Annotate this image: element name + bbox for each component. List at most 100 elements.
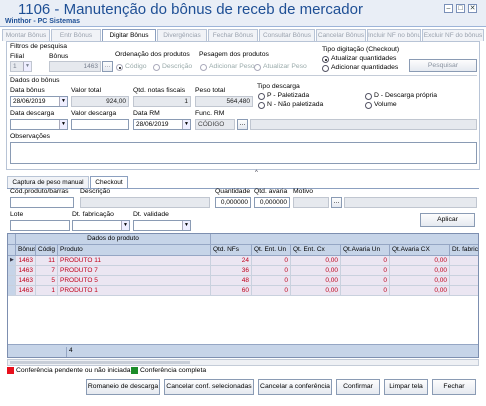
column-header[interactable]: Produto <box>58 245 211 256</box>
table-cell[interactable]: 0,00 <box>291 286 341 296</box>
row-indicator[interactable] <box>8 286 16 296</box>
pesquisar-button[interactable]: Pesquisar <box>409 59 477 72</box>
scrollbar-thumb[interactable] <box>10 361 190 364</box>
row-indicator[interactable]: ▶ <box>8 256 16 266</box>
table-cell[interactable]: 36 <box>211 266 252 276</box>
tipo-volume-radio[interactable] <box>365 102 372 109</box>
table-cell[interactable]: 60 <box>211 286 252 296</box>
cancelar-conferencia-button[interactable]: Cancelar a conferência <box>258 379 332 395</box>
table-cell[interactable]: PRODUTO 7 <box>58 266 211 276</box>
dt-fabricacao-picker[interactable]: ▼ <box>72 220 130 231</box>
table-cell[interactable]: 0,00 <box>291 276 341 286</box>
tab-excluir-nf[interactable]: Excluir NF do bônus <box>422 29 484 41</box>
bonus-search-button[interactable]: … <box>102 61 113 72</box>
motivo-codigo-input[interactable] <box>293 197 329 208</box>
column-header[interactable]: Dt. fabrica <box>450 245 478 256</box>
table-cell[interactable]: 0,00 <box>291 266 341 276</box>
table-cell[interactable]: 0 <box>341 266 390 276</box>
table-cell[interactable]: 5 <box>36 276 58 286</box>
table-cell[interactable]: 11 <box>36 256 58 266</box>
confirmar-button[interactable]: Confirmar <box>336 379 380 395</box>
row-indicator[interactable] <box>8 276 16 286</box>
table-cell[interactable]: 0,00 <box>291 256 341 266</box>
aplicar-button[interactable]: Aplicar <box>420 213 475 227</box>
cancelar-selecionadas-button[interactable]: Cancelar conf. selecionadas <box>164 379 254 395</box>
quantidade-input[interactable]: 0,000000 <box>215 197 251 208</box>
valor-descarga-input[interactable] <box>71 119 129 130</box>
tipo-d-radio[interactable] <box>365 93 372 100</box>
maximize-icon[interactable]: □ <box>456 4 465 13</box>
column-header[interactable]: Qt. Ent. Un <box>252 245 291 256</box>
tab-divergencias[interactable]: Divergências <box>157 29 207 41</box>
func-rm-search-button[interactable]: … <box>237 119 248 130</box>
table-cell[interactable]: 1463 <box>16 276 36 286</box>
bonus-input[interactable]: 1463 <box>49 61 101 72</box>
filial-select[interactable]: 1 ▼ <box>10 61 32 72</box>
column-header[interactable]: Qtd. NFs <box>211 245 252 256</box>
table-cell[interactable]: PRODUTO 1 <box>58 286 211 296</box>
minimize-icon[interactable]: – <box>444 4 453 13</box>
tipo-n-radio[interactable] <box>258 102 265 109</box>
tab-entr-bonus[interactable]: Entr Bônus <box>51 29 101 41</box>
table-cell[interactable]: PRODUTO 11 <box>58 256 211 266</box>
table-cell[interactable]: 1463 <box>16 256 36 266</box>
tab-cancelar-bonus[interactable]: Cancelar Bônus <box>316 29 366 41</box>
table-cell[interactable]: 1 <box>36 286 58 296</box>
collapse-chevron-icon[interactable]: ^ <box>255 170 258 176</box>
table-cell[interactable]: 0 <box>252 256 291 266</box>
table-cell[interactable] <box>450 286 478 296</box>
ordenacao-codigo-radio[interactable] <box>116 64 123 71</box>
limpar-tela-button[interactable]: Limpar tela <box>384 379 428 395</box>
data-bonus-picker[interactable]: 28/06/2019 ▼ <box>10 96 68 107</box>
table-cell[interactable]: 0 <box>341 286 390 296</box>
column-header[interactable]: Qt.Avaria Un <box>341 245 390 256</box>
table-cell[interactable]: 0,00 <box>390 286 450 296</box>
table-cell[interactable]: 0 <box>252 276 291 286</box>
table-cell[interactable]: 0,00 <box>390 256 450 266</box>
data-descarga-picker[interactable]: ▼ <box>10 119 68 130</box>
tipo-atualizar-radio[interactable] <box>322 56 329 63</box>
motivo-search-button[interactable]: … <box>331 197 342 208</box>
column-header[interactable]: Bônus <box>16 245 36 256</box>
table-cell[interactable] <box>450 266 478 276</box>
table-cell[interactable]: 48 <box>211 276 252 286</box>
column-header[interactable]: Códig <box>36 245 58 256</box>
pesagem-adicionar-radio[interactable] <box>200 64 207 71</box>
dt-validade-picker[interactable]: ▼ <box>133 220 191 231</box>
func-rm-codigo[interactable]: CÓDIGO <box>195 119 235 130</box>
table-cell[interactable]: 7 <box>36 266 58 276</box>
table-cell[interactable]: 1463 <box>16 286 36 296</box>
table-cell[interactable] <box>450 256 478 266</box>
table-cell[interactable]: 0 <box>341 256 390 266</box>
table-cell[interactable]: 0,00 <box>390 266 450 276</box>
column-header[interactable]: Qt.Avaria CX <box>390 245 450 256</box>
column-header[interactable]: Qt. Ent. Cx <box>291 245 341 256</box>
close-icon[interactable]: ✕ <box>468 4 477 13</box>
tab-fechar-bonus[interactable]: Fechar Bônus <box>208 29 258 41</box>
data-rm-picker[interactable]: 28/06/2019 ▼ <box>133 119 191 130</box>
table-cell[interactable]: 0 <box>252 266 291 276</box>
tipo-p-radio[interactable] <box>258 93 265 100</box>
ordenacao-descricao-radio[interactable] <box>153 64 160 71</box>
qtd-avaria-input[interactable]: 0,000000 <box>254 197 290 208</box>
table-cell[interactable]: 1463 <box>16 266 36 276</box>
table-cell[interactable]: 0,00 <box>390 276 450 286</box>
pesagem-atualizar-radio[interactable] <box>254 64 261 71</box>
table-cell[interactable]: 24 <box>211 256 252 266</box>
table-cell[interactable]: 0 <box>252 286 291 296</box>
table-cell[interactable] <box>450 276 478 286</box>
tipo-adicionar-radio[interactable] <box>322 65 329 72</box>
fechar-button[interactable]: Fechar <box>432 379 476 395</box>
tab-montar-bonus[interactable]: Montar Bônus <box>2 29 50 41</box>
row-indicator[interactable] <box>8 266 16 276</box>
observacoes-textarea[interactable] <box>10 142 477 164</box>
tab-incluir-nf[interactable]: Incluir NF no bônus <box>367 29 421 41</box>
table-cell[interactable]: 0 <box>341 276 390 286</box>
romaneio-button[interactable]: Romaneio de descarga <box>86 379 160 395</box>
lote-input[interactable] <box>10 220 70 231</box>
tab-captura-peso[interactable]: Captura de peso manual <box>7 176 89 188</box>
tab-consultar-bonus[interactable]: Consultar Bônus <box>259 29 315 41</box>
cod-produto-input[interactable] <box>10 197 74 208</box>
grid-horizontal-scrollbar[interactable] <box>7 359 479 366</box>
table-cell[interactable]: PRODUTO 5 <box>58 276 211 286</box>
